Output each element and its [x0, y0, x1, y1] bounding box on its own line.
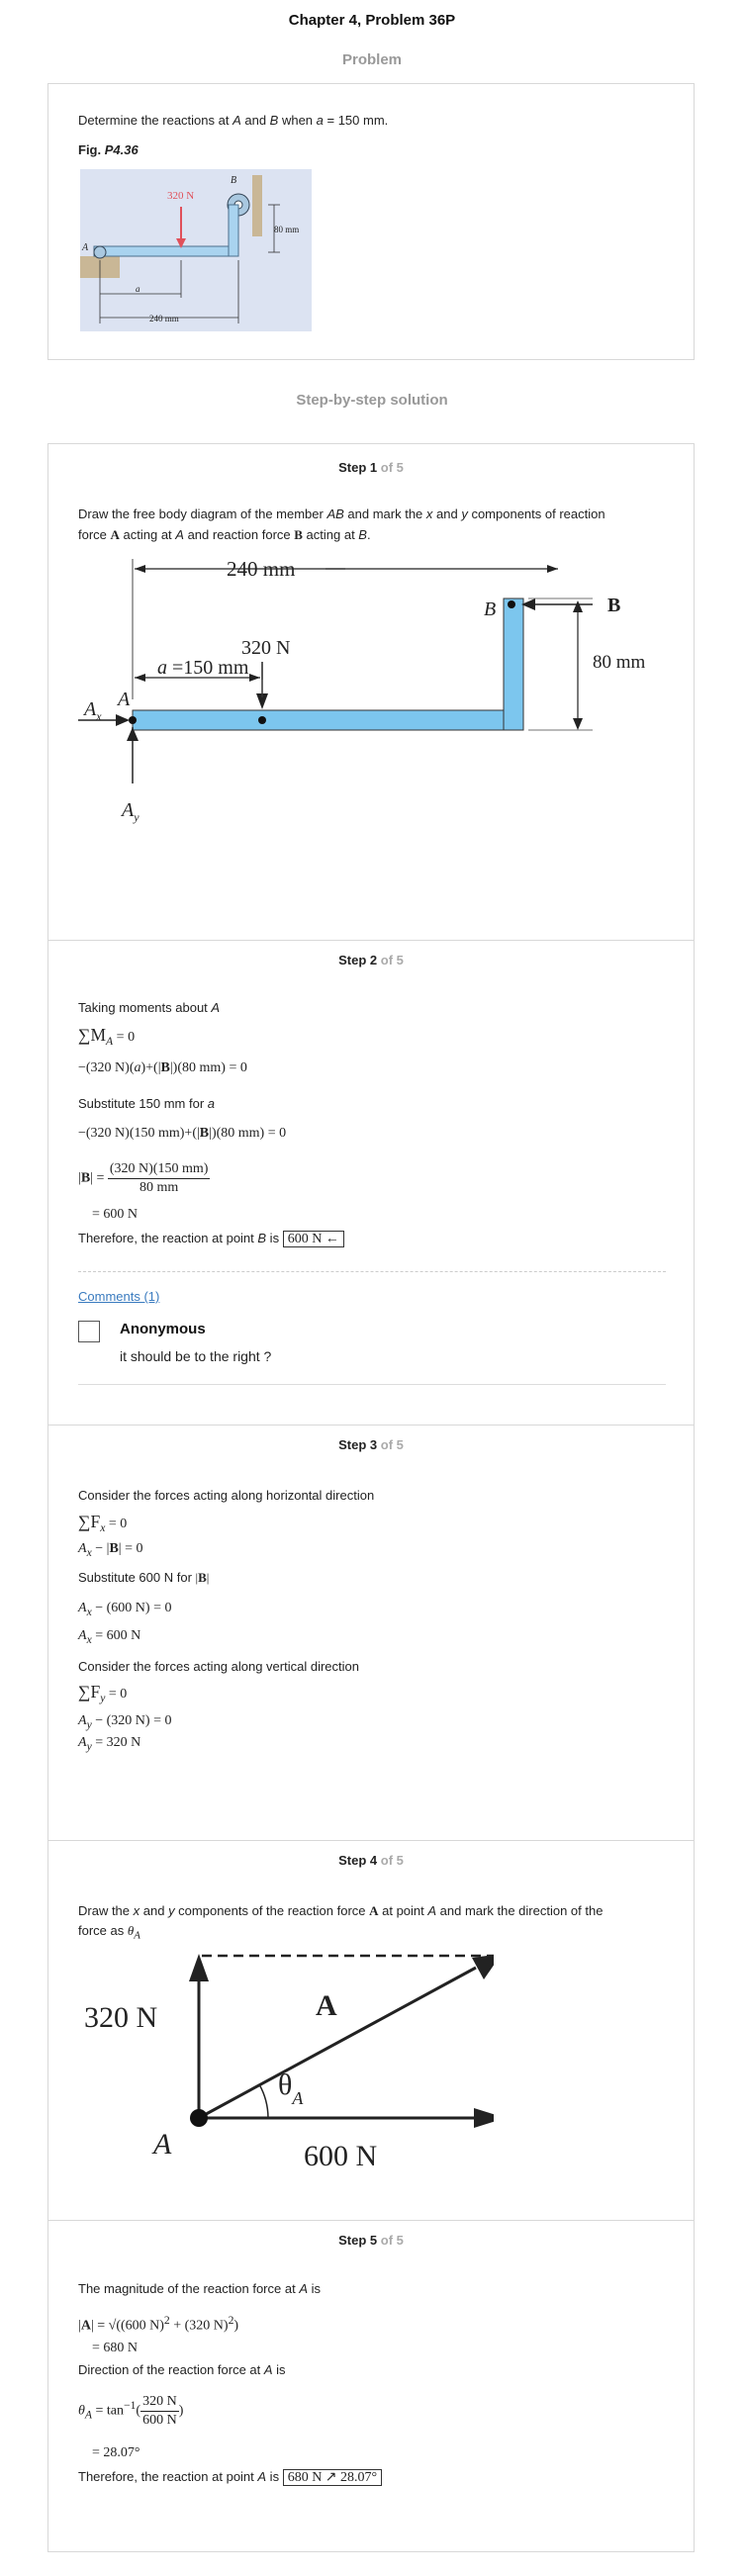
- diag-theta: θA: [278, 2069, 304, 2108]
- problem-statement: Determine the reactions at A and B when …: [78, 113, 389, 128]
- step-4-card: Step 4 of 5 Draw the x and y components …: [47, 1840, 695, 2220]
- step-5-card: Step 5 of 5 The magnitude of the reactio…: [47, 2220, 695, 2552]
- comment-author: Anonymous: [120, 1321, 206, 1337]
- step-1-text-line2: force A acting at A and reaction force B…: [78, 527, 371, 542]
- fig-dim-a: a: [136, 284, 140, 294]
- fbd-label-b: B: [484, 598, 496, 620]
- problem-figure: 320 N B A 80 mm a 240 mm: [80, 169, 312, 331]
- step-5-eq-magnitude-result: = 680 N: [92, 2341, 139, 2355]
- fig-force-label: 320 N: [167, 190, 194, 202]
- step-5-eq-direction-result: = 28.07°: [92, 2445, 140, 2460]
- fig-label-b: B: [231, 175, 236, 186]
- problem-card: Determine the reactions at A and B when …: [47, 83, 695, 360]
- diag-label-a: A: [151, 2128, 172, 2161]
- step-1-card: Step 1 of 5 Draw the free body diagram o…: [47, 443, 695, 940]
- fbd-dim-240: 240 mm: [227, 557, 295, 581]
- step-2-eq-sum-moments: ∑MA = 0: [78, 1025, 136, 1048]
- step-2-eq-solve-b: |B| = (320 N)(150 mm) 80 mm: [78, 1161, 211, 1195]
- step-4-header: Step 4 of 5: [338, 1853, 404, 1868]
- diag-force-600: 600 N: [304, 2140, 377, 2172]
- figure-caption: Fig. P4.36: [78, 142, 139, 157]
- step-3-eq-ax-sub: Ax − (600 N) = 0: [78, 1601, 172, 1618]
- step-2-card: Step 2 of 5 Taking moments about A ∑MA =…: [47, 940, 695, 1425]
- diag-vector-a: A: [316, 1989, 337, 2022]
- step-5-conclusion: Therefore, the reaction at point A is 68…: [78, 2468, 383, 2486]
- step-5-text-magnitude: The magnitude of the reaction force at A…: [78, 2281, 321, 2296]
- step-3-eq-ay-sub: Ay − (320 N) = 0: [78, 1713, 172, 1731]
- step-2-text-substitute: Substitute 150 mm for a: [78, 1096, 216, 1111]
- fbd-dim-a: a =150 mm: [157, 657, 249, 679]
- free-body-diagram: 240 mm B B 80 mm 320 N a =150 mm A Ax Ay: [78, 557, 646, 824]
- solution-section-label: Step-by-step solution: [296, 392, 448, 409]
- step-4-text-line1: Draw the x and y components of the react…: [78, 1903, 604, 1918]
- comments-link[interactable]: Comments (1): [78, 1289, 159, 1304]
- comments-divider: [78, 1271, 666, 1272]
- step-5-eq-direction: θA = tan−1(320 N 600 N): [78, 2394, 184, 2428]
- step-3-eq-ax-b: Ax − |B| = 0: [78, 1541, 143, 1559]
- comment-avatar: [78, 1321, 100, 1342]
- step-3-eq-sum-fx: ∑Fx = 0: [78, 1512, 128, 1534]
- fbd-label-a: A: [116, 689, 131, 710]
- comment-divider: [78, 1384, 666, 1385]
- step-5-text-direction: Direction of the reaction force at A is: [78, 2362, 286, 2377]
- step-1-text-line1: Draw the free body diagram of the member…: [78, 506, 605, 521]
- step-2-text-moments: Taking moments about A: [78, 1000, 221, 1015]
- step-3-header: Step 3 of 5: [338, 1437, 404, 1452]
- step-3-eq-ay-result: Ay = 320 N: [78, 1735, 141, 1753]
- step-2-answer-box: 600 N ←: [282, 1231, 344, 1247]
- step-2-eq-moment: −(320 N)(a)+(|B|)(80 mm) = 0: [78, 1060, 247, 1075]
- step-2-eq-substituted: −(320 N)(150 mm)+(|B|)(80 mm) = 0: [78, 1126, 287, 1141]
- component-diagram: 320 N 600 N A A θA: [84, 1954, 494, 2172]
- fbd-ay-label: Ay: [120, 799, 140, 824]
- page-title: Chapter 4, Problem 36P: [288, 12, 456, 29]
- fig-label-a: A: [81, 242, 89, 253]
- step-3-eq-ax-result: Ax = 600 N: [78, 1628, 141, 1646]
- fbd-force-b: B: [607, 595, 620, 616]
- fig-dim-80: 80 mm: [274, 225, 299, 234]
- step-5-answer-box: 680 N ↗ 28.07°: [282, 2469, 383, 2486]
- step-3-text-horizontal: Consider the forces acting along horizon…: [78, 1488, 375, 1503]
- step-2-eq-result: = 600 N: [92, 1207, 139, 1222]
- comment-text: it should be to the right ?: [120, 1348, 272, 1364]
- step-3-card: Step 3 of 5 Consider the forces acting a…: [47, 1425, 695, 1840]
- step-3-text-vertical: Consider the forces acting along vertica…: [78, 1659, 359, 1674]
- step-4-text-line2: force as θA: [78, 1923, 140, 1942]
- fbd-force-320: 320 N: [241, 637, 290, 659]
- step-2-header: Step 2 of 5: [338, 953, 404, 967]
- fbd-dim-80: 80 mm: [593, 652, 646, 673]
- step-3-text-substitute: Substitute 600 N for |B|: [78, 1570, 210, 1585]
- step-1-header: Step 1 of 5: [338, 460, 404, 475]
- fbd-ax-label: Ax: [82, 698, 102, 723]
- step-5-eq-magnitude: |A| = √((600 N)2 + (320 N)2): [78, 2314, 239, 2334]
- step-3-eq-sum-fy: ∑Fy = 0: [78, 1682, 128, 1704]
- step-5-header: Step 5 of 5: [338, 2233, 404, 2248]
- fig-dim-240: 240 mm: [149, 314, 179, 323]
- problem-section-label: Problem: [341, 51, 402, 68]
- diag-force-320: 320 N: [84, 2001, 157, 2034]
- step-2-conclusion: Therefore, the reaction at point B is 60…: [78, 1230, 344, 1247]
